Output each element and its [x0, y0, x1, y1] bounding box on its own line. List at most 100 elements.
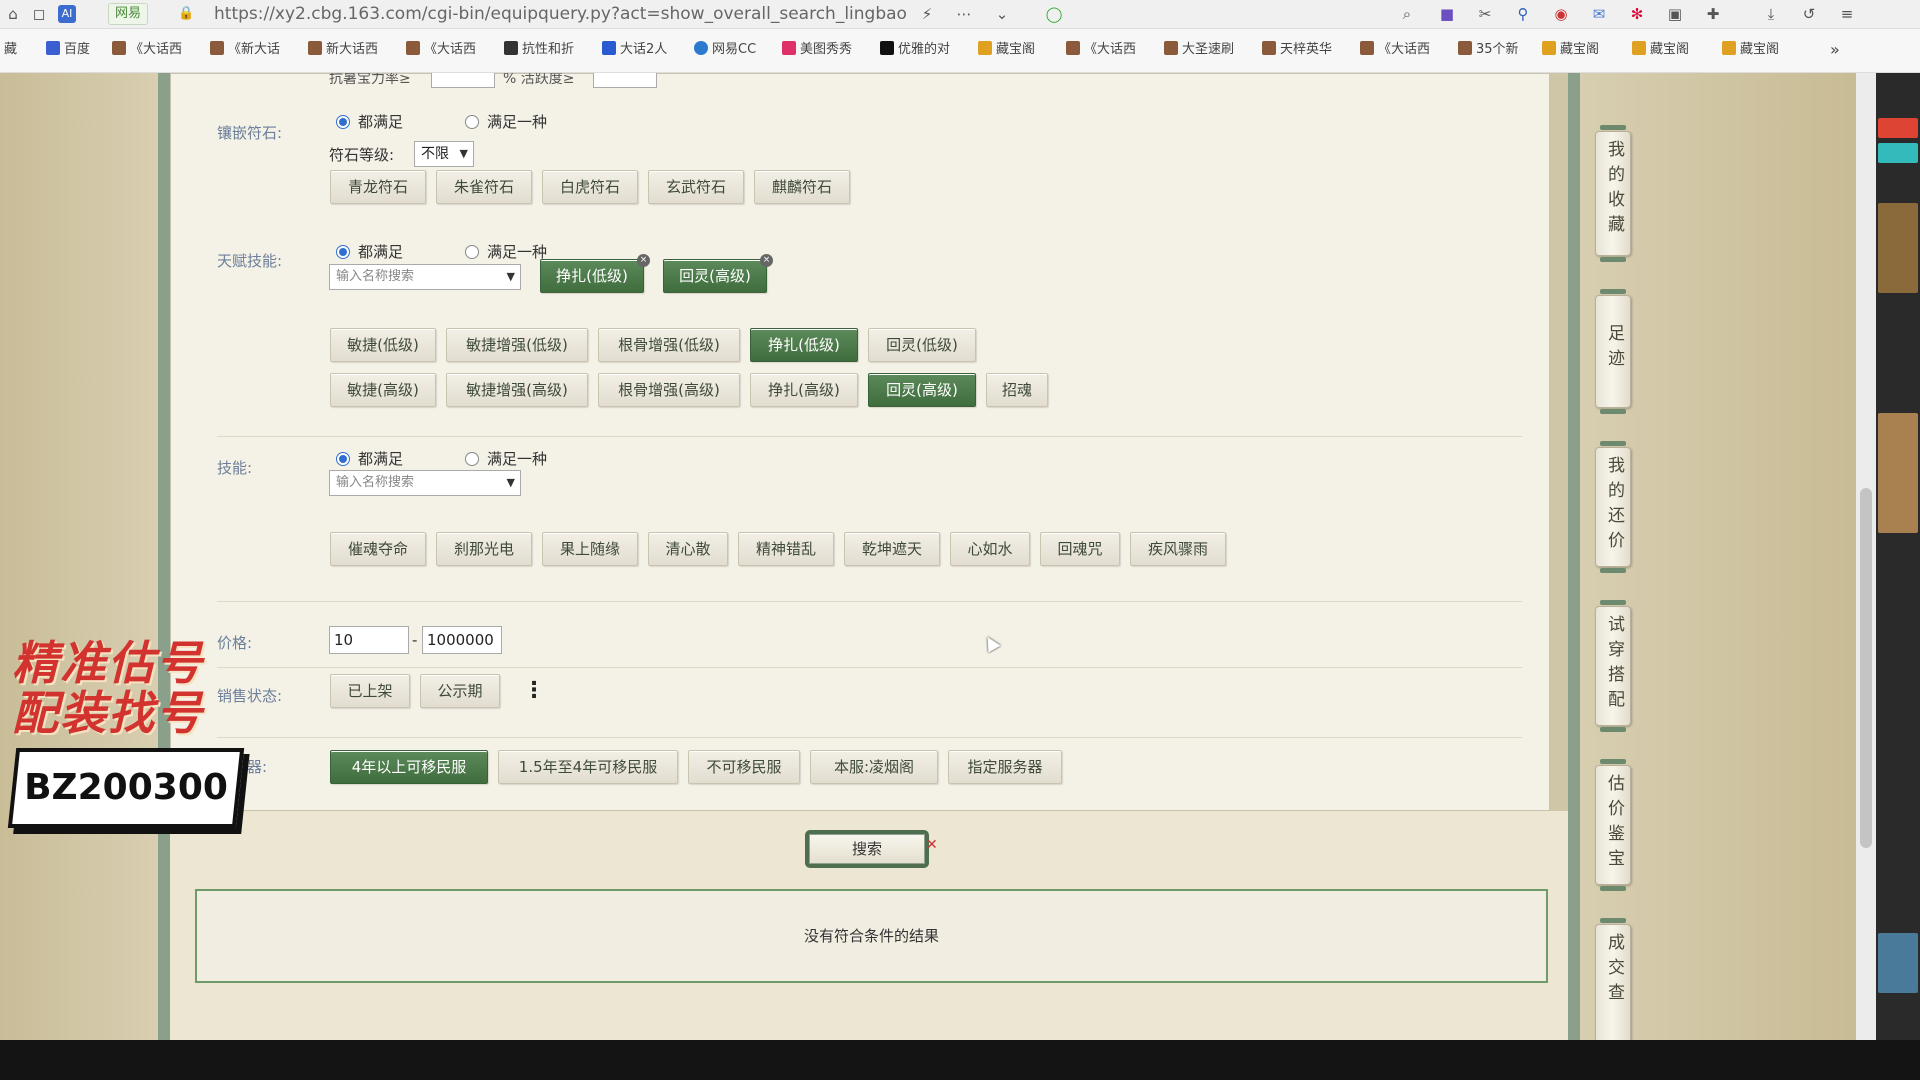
talent-option-button[interactable]: 敏捷(低级) — [330, 328, 436, 362]
scrollbar-thumb[interactable] — [1860, 488, 1872, 848]
stone-zhuque-button[interactable]: 朱雀符石 — [436, 170, 532, 204]
thumbnail[interactable] — [1878, 933, 1918, 993]
talent-option-button[interactable]: 回灵(低级) — [868, 328, 976, 362]
tab-appraisal[interactable]: 估价鉴宝 — [1595, 759, 1631, 891]
skill-option-button[interactable]: 疾风骤雨 — [1130, 532, 1226, 566]
thumbnail[interactable] — [1878, 413, 1918, 533]
bookmark-item[interactable]: 美图秀秀 — [782, 41, 852, 59]
search-icon[interactable]: ⌕ — [1398, 5, 1416, 23]
stone-baihu-button[interactable]: 白虎符石 — [542, 170, 638, 204]
talent-search-select[interactable]: 输入名称搜索 ▼ — [329, 264, 521, 290]
address-bar[interactable]: https://xy2.cbg.163.com/cgi-bin/equipque… — [214, 3, 907, 25]
skill-option-button[interactable]: 精神错乱 — [738, 532, 834, 566]
magnifier-icon[interactable]: ⚲ — [1514, 5, 1532, 23]
bookmark-item[interactable]: 新大话西 — [308, 41, 378, 59]
bookmark-item[interactable]: 藏宝阁 — [978, 41, 1035, 59]
search-button[interactable]: 搜索 — [805, 830, 929, 868]
bookmark-item[interactable]: 优雅的对 — [880, 41, 950, 59]
skill-option-button[interactable]: 心如水 — [950, 532, 1030, 566]
browser-status-icon[interactable]: ◯ — [1045, 5, 1063, 23]
tab-history[interactable]: 足迹 — [1595, 289, 1631, 414]
bookmark-item[interactable]: 《大话西 — [1360, 41, 1430, 59]
bookmark-item[interactable]: 《新大话 — [210, 41, 280, 59]
talent-option-button[interactable]: 敏捷增强(高级) — [446, 373, 588, 407]
bookmark-item[interactable]: 藏 — [4, 41, 17, 59]
talent-option-button[interactable]: 根骨增强(高级) — [598, 373, 740, 407]
scissors-icon[interactable]: ✂ — [1476, 5, 1494, 23]
eye-icon[interactable]: ◉ — [1552, 5, 1570, 23]
tab-try-on[interactable]: 试穿搭配 — [1595, 600, 1631, 732]
undo-icon[interactable]: ↺ — [1800, 5, 1818, 23]
mail-icon[interactable]: ✉ — [1590, 5, 1608, 23]
ai-icon[interactable]: AI — [58, 5, 76, 23]
back-icon[interactable]: ◻ — [30, 5, 48, 23]
thumbnail[interactable] — [1878, 203, 1918, 293]
bookmark-item[interactable]: 天梓英华 — [1262, 41, 1332, 59]
bookmarks-overflow-icon[interactable]: » — [1830, 41, 1840, 59]
tab-favorites[interactable]: 我的收藏 — [1595, 125, 1631, 262]
chevron-down-icon[interactable]: ⌄ — [993, 5, 1011, 23]
talent-option-button[interactable]: 根骨增强(低级) — [598, 328, 740, 362]
skill-option-button[interactable]: 果上随缘 — [542, 532, 638, 566]
sale-status-button[interactable]: 公示期 — [420, 674, 500, 708]
talent-option-button[interactable]: 招魂 — [986, 373, 1048, 407]
bookmark-item[interactable]: 《大话西 — [406, 41, 476, 59]
talent-option-button[interactable]: 敏捷增强(低级) — [446, 328, 588, 362]
skill-radio-any[interactable]: 满足一种 — [465, 448, 547, 469]
server-option-button[interactable]: 不可移民服 — [688, 750, 800, 784]
extension-icon[interactable]: ■ — [1438, 5, 1456, 23]
bookmark-item[interactable]: 大圣速刷 — [1164, 41, 1234, 59]
talent-radio-any[interactable]: 满足一种 — [465, 241, 547, 262]
home-icon[interactable]: ⌂ — [4, 5, 22, 23]
more-vertical-icon[interactable]: ⋮ — [523, 678, 545, 703]
inlay-radio-all[interactable]: 都满足 — [336, 111, 403, 132]
remove-tag-icon[interactable]: × — [760, 254, 773, 267]
menu-icon[interactable]: ≡ — [1838, 5, 1856, 23]
bookmark-item[interactable]: 抗性和折 — [504, 41, 574, 59]
partial-input-2[interactable] — [593, 73, 657, 88]
partial-input-1[interactable] — [431, 73, 495, 88]
stone-qilin-button[interactable]: 麒麟符石 — [754, 170, 850, 204]
bookmark-item[interactable]: 藏宝阁 — [1722, 41, 1779, 59]
price-max-input[interactable]: 1000000 — [422, 626, 502, 654]
skill-search-select[interactable]: 输入名称搜索 ▼ — [329, 470, 521, 496]
stone-level-select[interactable]: 不限 ▼ — [414, 141, 474, 167]
close-icon[interactable]: ✕ — [926, 837, 938, 853]
server-option-button[interactable]: 4年以上可移民服 — [330, 750, 488, 784]
bookmark-item[interactable]: 大话2人 — [602, 41, 667, 59]
price-min-input[interactable]: 10 — [329, 626, 409, 654]
bookmark-item[interactable]: 《大话西 — [1066, 41, 1136, 59]
window-icon[interactable]: ▣ — [1666, 5, 1684, 23]
bookmark-item[interactable]: 网易CC — [694, 41, 756, 59]
bookmark-item[interactable]: 藏宝阁 — [1542, 41, 1599, 59]
more-icon[interactable]: ⋯ — [955, 5, 973, 23]
tab-my-offers[interactable]: 我的还价 — [1595, 441, 1631, 573]
server-option-button[interactable]: 本服:凌烟阁 — [810, 750, 938, 784]
page-scrollbar[interactable] — [1856, 73, 1876, 1040]
apps-icon[interactable]: ✻ — [1628, 5, 1646, 23]
server-option-button[interactable]: 指定服务器 — [948, 750, 1062, 784]
lightning-icon[interactable]: ⚡ — [918, 5, 936, 23]
skill-option-button[interactable]: 清心散 — [648, 532, 728, 566]
thumbnail[interactable] — [1878, 143, 1918, 163]
skill-option-button[interactable]: 回魂咒 — [1040, 532, 1120, 566]
bookmark-item[interactable]: 35个新 — [1458, 41, 1519, 59]
skill-option-button[interactable]: 刹那光电 — [436, 532, 532, 566]
bookmark-item[interactable]: 《大话西 — [112, 41, 182, 59]
selected-talent-tag[interactable]: 回灵(高级) — [663, 259, 767, 293]
talent-option-button[interactable]: 挣扎(高级) — [750, 373, 858, 407]
inlay-radio-any[interactable]: 满足一种 — [465, 111, 547, 132]
talent-option-button[interactable]: 挣扎(低级) — [750, 328, 858, 362]
puzzle-icon[interactable]: ✚ — [1704, 5, 1722, 23]
skill-option-button[interactable]: 乾坤遮天 — [844, 532, 940, 566]
bookmark-item[interactable]: 藏宝阁 — [1632, 41, 1689, 59]
bookmark-item[interactable]: 百度 — [46, 41, 90, 59]
server-option-button[interactable]: 1.5年至4年可移民服 — [498, 750, 678, 784]
download-icon[interactable]: ⤓ — [1762, 5, 1780, 23]
sale-status-button[interactable]: 已上架 — [330, 674, 410, 708]
skill-radio-all[interactable]: 都满足 — [336, 448, 403, 469]
skill-option-button[interactable]: 催魂夺命 — [330, 532, 426, 566]
stone-xuanwu-button[interactable]: 玄武符石 — [648, 170, 744, 204]
talent-option-button[interactable]: 回灵(高级) — [868, 373, 976, 407]
stone-qinglong-button[interactable]: 青龙符石 — [330, 170, 426, 204]
